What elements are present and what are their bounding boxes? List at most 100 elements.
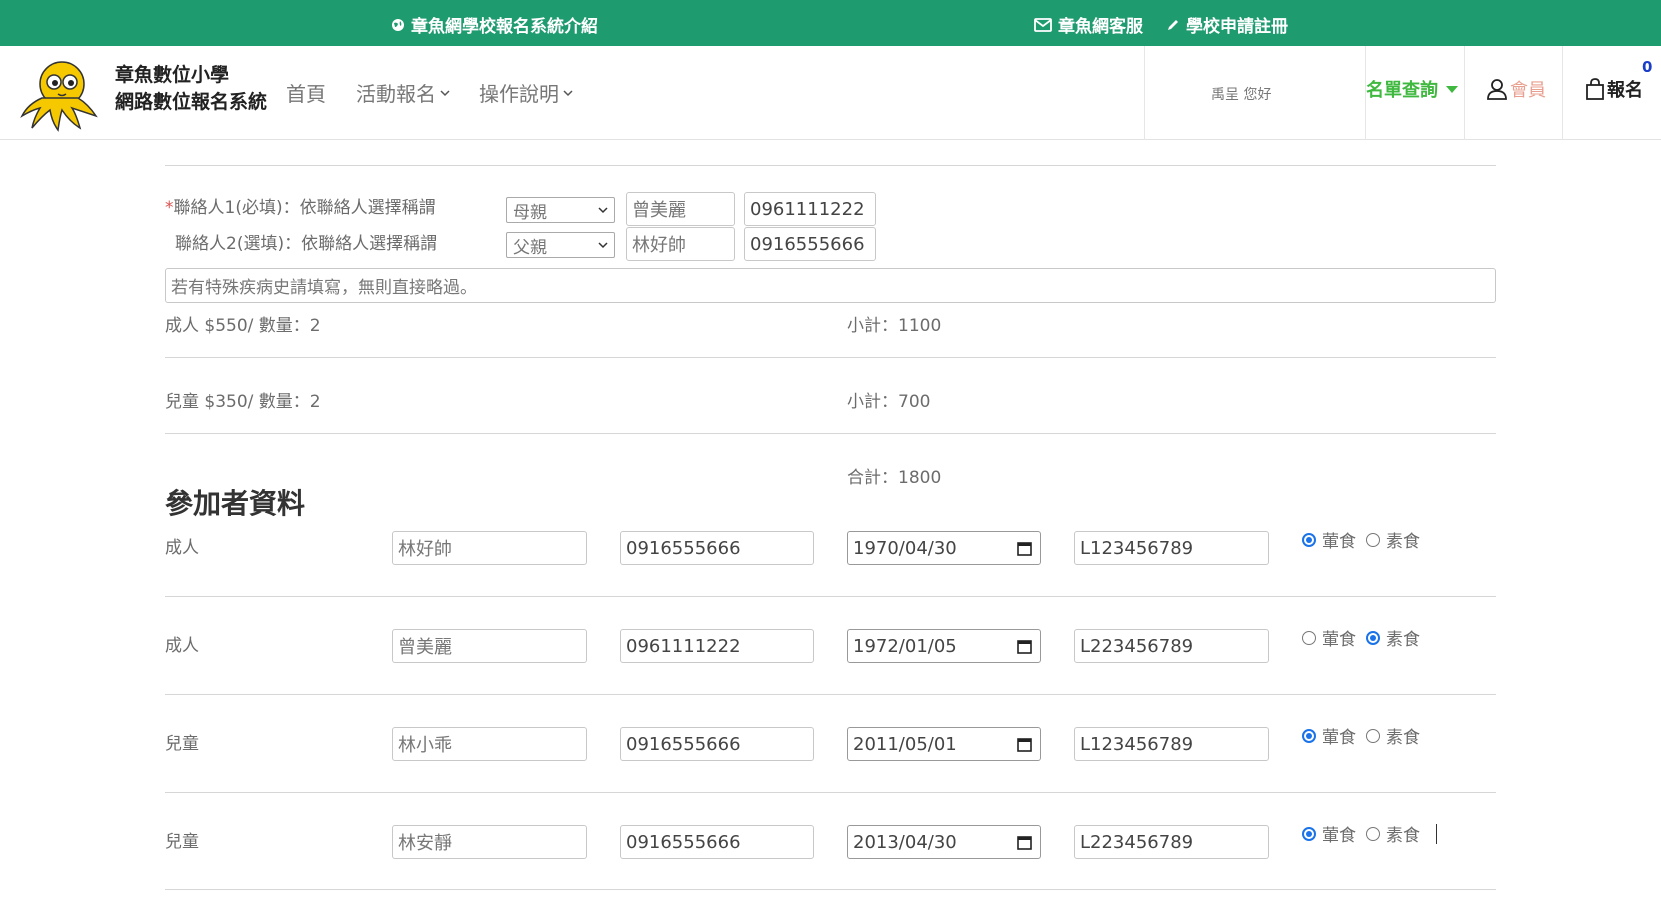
- nav-home[interactable]: 首頁: [286, 78, 326, 107]
- veg-radio[interactable]: [1366, 630, 1380, 645]
- nav-help-label: 操作說明: [479, 82, 559, 106]
- divider: [165, 694, 1496, 695]
- pencil-icon: [1168, 19, 1178, 30]
- participant-type: 成人: [165, 636, 199, 656]
- namelist-dropdown[interactable]: 名單查詢: [1366, 76, 1458, 102]
- participant-id-input[interactable]: L123456789: [1074, 531, 1269, 565]
- divider: [1464, 46, 1465, 140]
- calendar-icon[interactable]: [1017, 639, 1032, 654]
- participant-birthdate-value: 2011/05/01: [853, 733, 957, 755]
- participant-id-value: L123456789: [1080, 733, 1194, 755]
- adult-subtotal: 小計：1100: [847, 316, 942, 336]
- participant-type: 兒童: [165, 832, 199, 852]
- participant-type: 成人: [165, 538, 199, 558]
- nav-activity-label: 活動報名: [356, 82, 436, 106]
- participant-id-input[interactable]: L123456789: [1074, 727, 1269, 761]
- brand-line-1: 章魚數位小學: [115, 64, 230, 86]
- divider: [165, 889, 1496, 890]
- calendar-icon[interactable]: [1017, 835, 1032, 850]
- calendar-icon[interactable]: [1017, 541, 1032, 556]
- contact2-name-input[interactable]: 林好帥: [626, 227, 735, 261]
- octopus-logo[interactable]: [18, 54, 100, 132]
- brand-line-2: 網路數位報名系統: [115, 91, 268, 113]
- diet-radio-group: 葷食 素食: [1302, 625, 1420, 650]
- contact1-relation-select[interactable]: 母親: [506, 197, 615, 223]
- participant-birthdate-input[interactable]: 1970/04/30: [847, 531, 1041, 565]
- cart-count-badge: 0: [1642, 58, 1653, 76]
- veg-radio[interactable]: [1366, 728, 1380, 743]
- diet-radio-group: 葷食 素食: [1302, 527, 1420, 552]
- participant-birthdate-input[interactable]: 2011/05/01: [847, 727, 1041, 761]
- brand-name: 章魚數位小學 網路數位報名系統: [115, 62, 267, 116]
- participant-id-input[interactable]: L223456789: [1074, 825, 1269, 859]
- participant-name-value: 林小乖: [398, 735, 452, 756]
- meat-label: 葷食: [1322, 532, 1356, 552]
- participant-phone-input[interactable]: 0916555666: [620, 727, 814, 761]
- contact2-phone-input[interactable]: 0916555666: [744, 227, 876, 261]
- meat-radio[interactable]: [1302, 630, 1316, 645]
- participant-name-value: 林安靜: [398, 833, 452, 854]
- system-intro-label: 章魚網學校報名系統介紹: [411, 17, 598, 37]
- nav-activity-dropdown[interactable]: 活動報名: [356, 78, 450, 107]
- veg-radio[interactable]: [1366, 532, 1380, 547]
- contact2-label: 聯絡人2(選填)：依聯絡人選擇稱謂: [175, 234, 438, 254]
- user-greeting: 禹呈 您好: [1211, 87, 1272, 103]
- participant-phone-input[interactable]: 0961111222: [620, 629, 814, 663]
- contact2-phone-value: 0916555666: [750, 233, 865, 255]
- participant-phone-value: 0916555666: [626, 733, 741, 755]
- participant-birthdate-value: 2013/04/30: [853, 831, 957, 853]
- contact1-name-input[interactable]: 曾美麗: [626, 192, 735, 226]
- veg-label: 素食: [1386, 532, 1420, 552]
- contact1-phone-value: 0961111222: [750, 198, 865, 220]
- nav-home-label: 首頁: [286, 82, 326, 106]
- chevron-down-icon: [598, 207, 608, 214]
- meat-radio[interactable]: [1302, 728, 1316, 743]
- meat-label: 葷食: [1322, 826, 1356, 846]
- participant-name-input[interactable]: 曾美麗: [392, 629, 587, 663]
- participant-birthdate-input[interactable]: 1972/01/05: [847, 629, 1041, 663]
- member-link[interactable]: 會員: [1486, 76, 1546, 102]
- nav-help-dropdown[interactable]: 操作說明: [479, 78, 573, 107]
- veg-label: 素食: [1386, 728, 1420, 748]
- participant-name-input[interactable]: 林安靜: [392, 825, 587, 859]
- contact1-name-value: 曾美麗: [632, 200, 686, 221]
- grand-total: 合計：1800: [847, 468, 942, 488]
- participant-birthdate-value: 1970/04/30: [853, 537, 957, 559]
- participant-phone-input[interactable]: 0916555666: [620, 531, 814, 565]
- contact1-relation-value: 母親: [513, 202, 547, 223]
- divider: [165, 792, 1496, 793]
- school-register-link[interactable]: 學校申請註冊: [1166, 12, 1288, 37]
- cart-link[interactable]: 報名: [1585, 76, 1643, 102]
- participant-name-input[interactable]: 林小乖: [392, 727, 587, 761]
- meat-label: 葷食: [1322, 728, 1356, 748]
- divider: [1562, 46, 1563, 140]
- customer-service-link[interactable]: 章魚網客服: [1034, 12, 1143, 37]
- chevron-down-icon: [563, 89, 573, 96]
- envelope-icon: [1034, 17, 1052, 32]
- participant-birthdate-value: 1972/01/05: [853, 635, 957, 657]
- cart-label: 報名: [1607, 80, 1643, 101]
- meat-radio[interactable]: [1302, 826, 1316, 841]
- customer-service-label: 章魚網客服: [1058, 17, 1143, 37]
- globe-icon: [392, 18, 404, 31]
- contact2-relation-select[interactable]: 父親: [506, 232, 615, 258]
- system-intro-link[interactable]: 章魚網學校報名系統介紹: [391, 12, 598, 37]
- meat-label: 葷食: [1322, 630, 1356, 650]
- user-icon: [1487, 79, 1507, 100]
- shopping-bag-icon: [1586, 78, 1604, 100]
- participant-id-input[interactable]: L223456789: [1074, 629, 1269, 663]
- calendar-icon[interactable]: [1017, 737, 1032, 752]
- medical-history-input[interactable]: 若有特殊疾病史請填寫，無則直接略過。: [165, 268, 1496, 303]
- chevron-down-icon: [598, 242, 608, 249]
- participant-birthdate-input[interactable]: 2013/04/30: [847, 825, 1041, 859]
- divider: [165, 596, 1496, 597]
- top-bar: 章魚網學校報名系統介紹 章魚網客服 學校申請註冊: [0, 0, 1661, 46]
- participant-phone-input[interactable]: 0916555666: [620, 825, 814, 859]
- veg-radio[interactable]: [1366, 826, 1380, 841]
- text-cursor: [1436, 823, 1437, 844]
- veg-label: 素食: [1386, 826, 1420, 846]
- meat-radio[interactable]: [1302, 532, 1316, 547]
- contact1-phone-input[interactable]: 0961111222: [744, 192, 876, 226]
- member-label: 會員: [1510, 80, 1546, 101]
- participant-name-input[interactable]: 林好帥: [392, 531, 587, 565]
